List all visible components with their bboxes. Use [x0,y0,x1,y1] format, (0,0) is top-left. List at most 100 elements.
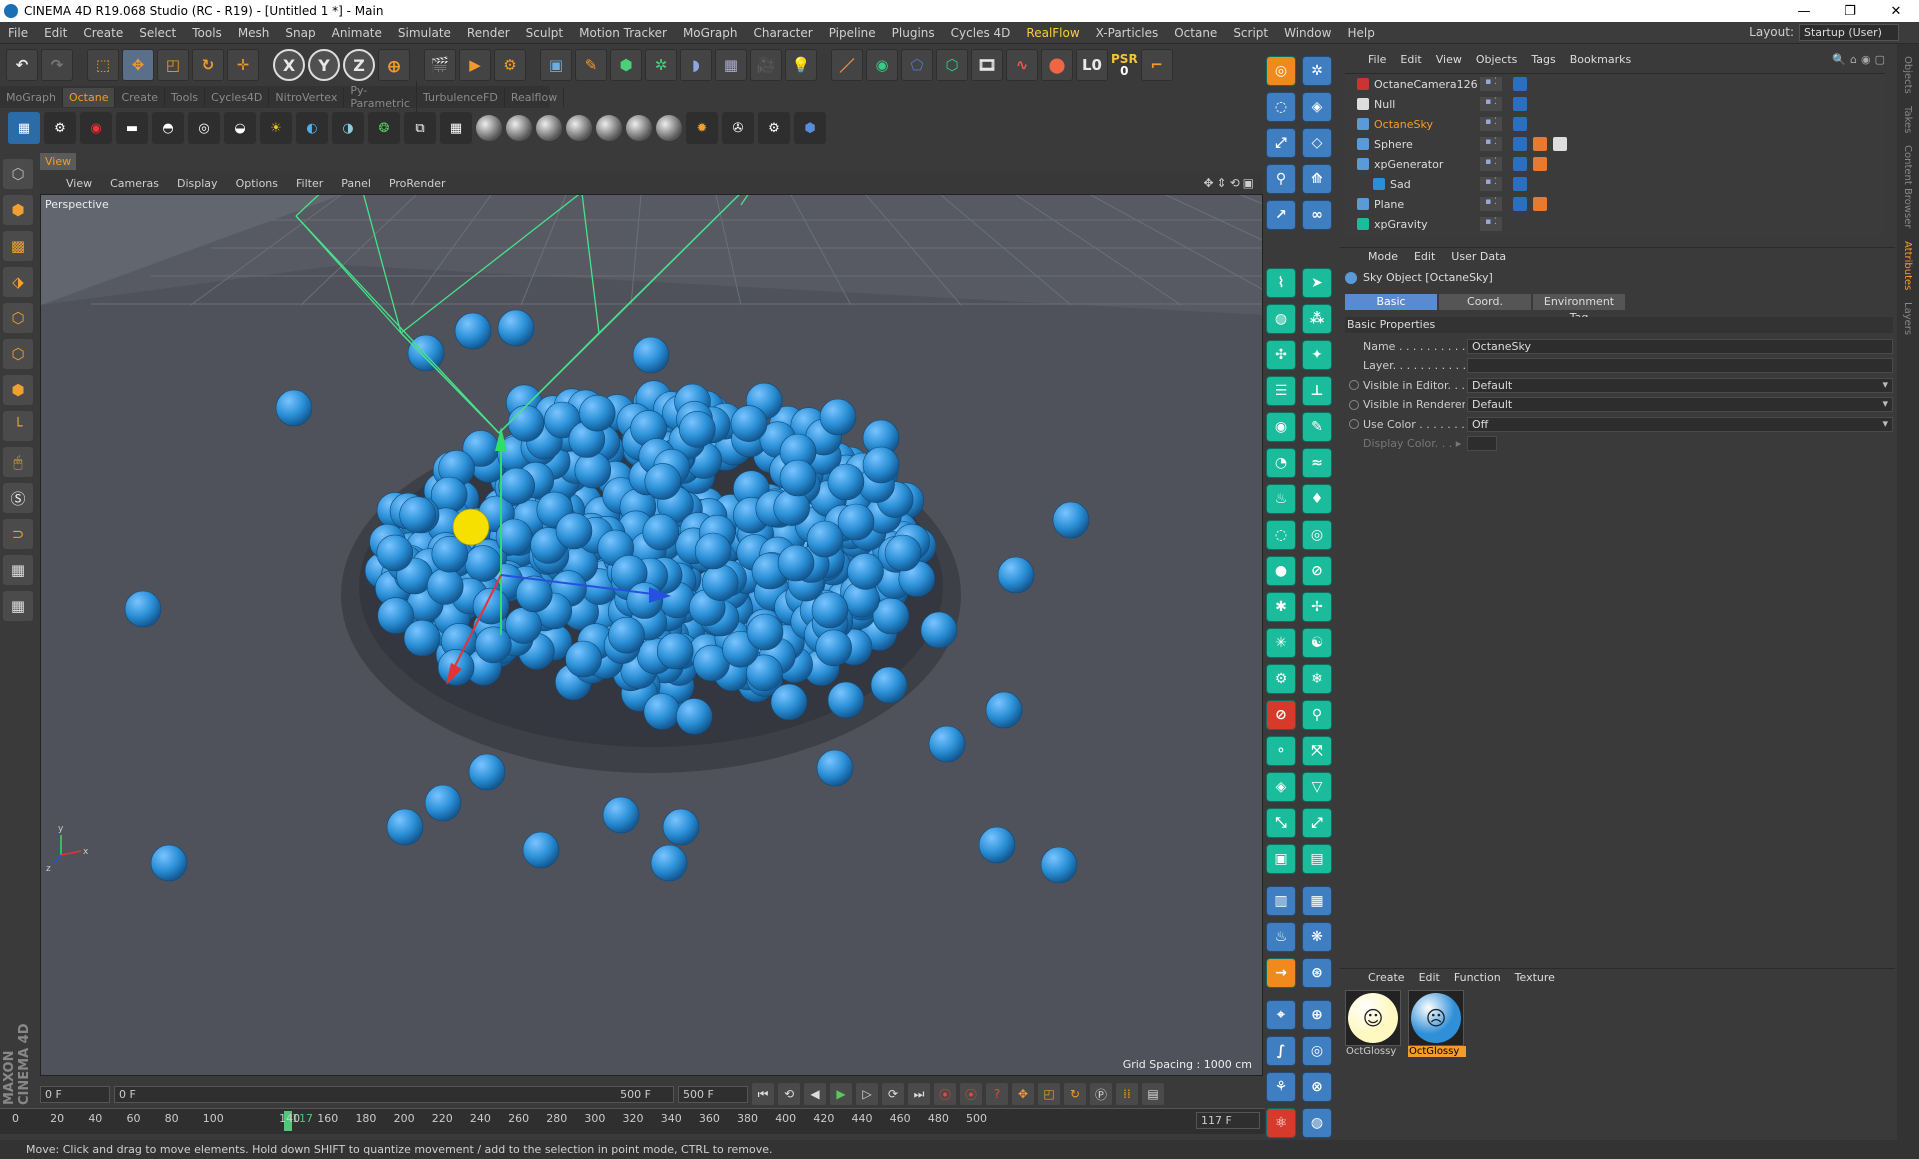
world-coord-icon[interactable]: 🜨 [378,49,410,81]
redo-icon[interactable]: ↷ [41,49,73,81]
xp-emitter-icon[interactable]: ◉ [866,49,898,81]
palette-tool-54-icon[interactable]: ◎ [1302,1036,1332,1066]
tab-create[interactable]: Create [115,87,166,107]
palette-tool-57-icon[interactable]: ⚛ [1266,1108,1296,1138]
visibility-toggle[interactable]: ▪ ⁚ [1480,137,1502,151]
menu-simulate[interactable]: Simulate [390,26,459,40]
viewport-menu-filter[interactable]: Filter [296,177,323,190]
palette-tool-14-icon[interactable]: ⁂ [1302,304,1332,334]
am-menu-user-data[interactable]: User Data [1451,250,1506,263]
palette-tool-42-icon[interactable]: ⤢ [1302,808,1332,838]
graph-icon[interactable]: ∿ [1006,49,1038,81]
viewport-scene[interactable]: y x z [41,195,1263,1076]
previous-key-icon[interactable]: ⟲ [778,1083,800,1105]
material-swatch[interactable]: ☺ OctGlossy [1345,990,1403,1064]
current-frame-field[interactable]: 117 F [1196,1112,1260,1129]
xp-pentagon-icon[interactable]: ⬠ [901,49,933,81]
menu-octane[interactable]: Octane [1166,26,1225,40]
palette-tool-58-icon[interactable]: ◍ [1302,1108,1332,1138]
planar-workplane-icon[interactable]: ▦ [3,591,33,621]
minimize-button[interactable]: — [1781,4,1827,19]
object-tag-icon[interactable] [1533,157,1547,171]
object-manager-icons[interactable]: 🔍⌂◉▢ [1832,53,1889,66]
object-tag-icon[interactable] [1513,177,1527,191]
viewport-nav-icons[interactable]: ✥⇕⟲▣ [1203,176,1257,190]
prop-dropdown[interactable]: Default [1467,377,1893,393]
scatter-icon[interactable]: ⧉ [404,112,436,144]
palette-tool-40-icon[interactable]: ▽ [1302,772,1332,802]
hdri-environment-icon[interactable]: ◐ [296,112,328,144]
menu-tools[interactable]: Tools [184,26,230,40]
palette-tool-3-icon[interactable]: ◌ [1266,92,1296,122]
visibility-toggle[interactable]: ▪ ⁚ [1480,157,1502,171]
undo-icon[interactable]: ↶ [6,49,38,81]
menu-script[interactable]: Script [1225,26,1276,40]
palette-tool-33-icon[interactable]: ⚙ [1266,664,1296,694]
palette-tool-1-icon[interactable]: ◎ [1266,56,1296,86]
tweak-mode-icon[interactable]: 🖱 [3,447,33,477]
object-row-plane[interactable]: Plane ▪ ⁚ [1345,194,1885,214]
gear-icon[interactable]: ⚙ [758,112,790,144]
menu-cycles-4d[interactable]: Cycles 4D [943,26,1019,40]
next-frame-icon[interactable]: ▷ [856,1083,878,1105]
palette-tool-9-icon[interactable]: ↗ [1266,200,1296,230]
menu-window[interactable]: Window [1276,26,1339,40]
palette-tool-19-icon[interactable]: ◉ [1266,412,1296,442]
object-tag-icon[interactable] [1513,117,1527,131]
palette-tool-12-icon[interactable]: ➤ [1302,268,1332,298]
glossy-material-icon[interactable] [506,115,532,141]
fire-icon[interactable]: ✹ [686,112,718,144]
move-icon[interactable]: ✥ [122,49,154,81]
palette-tool-10-icon[interactable]: ∞ [1302,200,1332,230]
key-rotation-icon[interactable]: ↻ [1064,1083,1086,1105]
end-frame-field[interactable]: 500 F [678,1085,748,1103]
clapper-icon[interactable]: 🎞 [971,49,1003,81]
palette-tool-5-icon[interactable]: ⤢ [1266,128,1296,158]
render-picture-viewer-icon[interactable]: ▶ [459,49,491,81]
octane-settings-icon[interactable]: ⚙ [44,112,76,144]
close-button[interactable]: ✕ [1873,4,1919,19]
view-panel-tab[interactable]: View [40,153,76,170]
palette-tool-29-icon[interactable]: ✱ [1266,592,1296,622]
palette-tool-47-icon[interactable]: ♨ [1266,922,1296,952]
menu-help[interactable]: Help [1339,26,1382,40]
object-tag-icon[interactable] [1553,137,1567,151]
edges-mode-icon[interactable]: ⬡ [3,339,33,369]
viewport-menu-display[interactable]: Display [177,177,218,190]
menu-mesh[interactable]: Mesh [230,26,278,40]
axis-mode-icon[interactable]: └ [3,411,33,441]
palette-tool-13-icon[interactable]: ◍ [1266,304,1296,334]
x-axis-lock-button[interactable]: X [273,49,305,81]
key-scale-icon[interactable]: ◰ [1038,1083,1060,1105]
tab-nitrovertex[interactable]: NitroVertex [269,87,345,107]
prop-animation-dot[interactable] [1349,399,1359,410]
om-menu-objects[interactable]: Objects [1476,53,1518,66]
palette-tool-34-icon[interactable]: ❄ [1302,664,1332,694]
make-editable-icon[interactable]: ⬡ [3,159,33,189]
object-tag-icon[interactable] [1513,77,1527,91]
subdivision-icon[interactable]: ⬢ [610,49,642,81]
key-pla-icon[interactable]: ⁞⁞ [1116,1083,1138,1105]
ies-light-icon[interactable]: ◒ [224,112,256,144]
camera-icon[interactable]: 🎥 [750,49,782,81]
viewport-menu-prorender[interactable]: ProRender [389,177,446,190]
am-menu-mode[interactable]: Mode [1368,250,1398,263]
palette-tool-43-icon[interactable]: ▣ [1266,844,1296,874]
palette-tool-31-icon[interactable]: ✳ [1266,628,1296,658]
palette-tool-41-icon[interactable]: ⤡ [1266,808,1296,838]
diffuse-material-icon[interactable] [476,115,502,141]
menu-realflow[interactable]: RealFlow [1018,26,1087,40]
prop-animation-dot[interactable] [1349,380,1359,390]
mm-menu-function[interactable]: Function [1454,971,1501,984]
tab-octane[interactable]: Octane [62,87,116,107]
play-icon[interactable]: ▶ [830,1083,852,1105]
area-light-icon[interactable]: ▬ [116,112,148,144]
mix-material-icon[interactable] [566,115,592,141]
palette-tool-15-icon[interactable]: ✣ [1266,340,1296,370]
side-tab-attributes[interactable]: Attributes [1902,241,1913,290]
attr-tab-coord[interactable]: Coord. [1439,294,1531,310]
object-row-octanecamera126[interactable]: OctaneCamera126 ▪ ⁚ [1345,74,1885,94]
name-field[interactable]: OctaneSky [1467,338,1893,354]
material-swatch[interactable]: ☹ OctGlossy [1408,990,1466,1064]
visibility-toggle[interactable]: ▪ ⁚ [1480,197,1502,211]
